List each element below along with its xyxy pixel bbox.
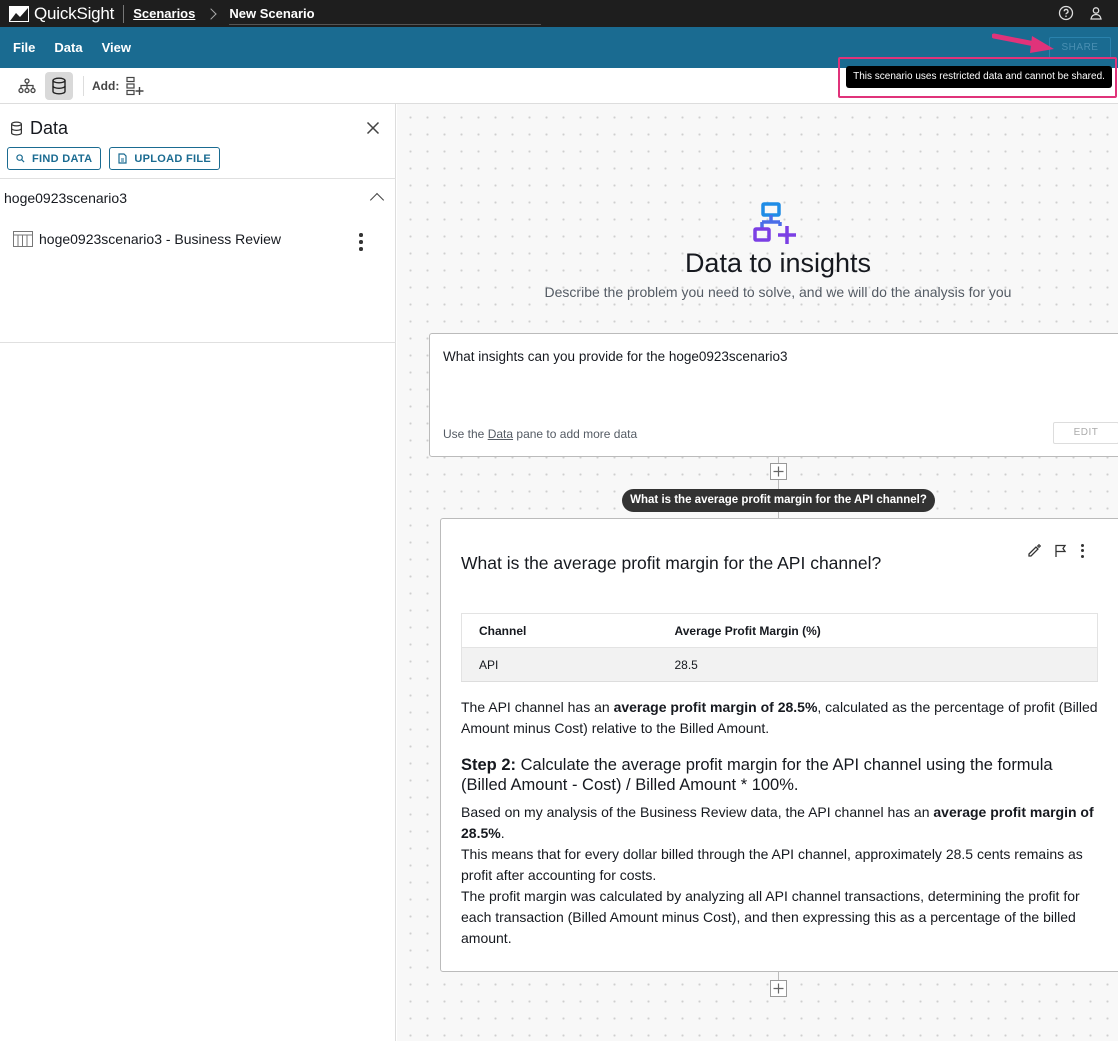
add-label: Add: — [92, 78, 120, 93]
detail-text: Based on my analysis of the Business Rev… — [461, 804, 934, 820]
step-label: Step 2: — [461, 756, 517, 774]
prompt-card[interactable]: What insights can you provide for the ho… — [429, 333, 1118, 457]
answer-detail: Based on my analysis of the Business Rev… — [461, 802, 1101, 844]
divider — [123, 4, 125, 23]
divider — [0, 342, 396, 343]
dataset-table-label: hoge0923scenario3 - Business Review — [39, 231, 282, 247]
add-node-icon[interactable] — [125, 76, 145, 96]
data-pane-link[interactable]: Data — [488, 427, 513, 441]
summary-text: The API channel has an — [461, 699, 614, 715]
prompt-text: What insights can you provide for the ho… — [443, 349, 788, 364]
hero-subtitle: Describe the problem you need to solve, … — [544, 284, 1012, 300]
breadcrumb-scenarios-link[interactable]: Scenarios — [133, 6, 195, 21]
question-pill[interactable]: What is the average profit margin for th… — [622, 489, 935, 512]
table-header-row: Channel Average Profit Margin (%) — [461, 613, 1098, 648]
data-pane: Data FIND DATA UPLOAD FILE hoge0923scena… — [0, 104, 396, 1041]
add-step-button[interactable] — [770, 980, 787, 997]
step-text: Calculate the average profit margin for … — [461, 756, 1053, 794]
dataset-group: hoge0923scenario3 hoge0923scenario3 - Bu… — [0, 178, 396, 343]
data-pane-actions: FIND DATA UPLOAD FILE — [7, 147, 220, 170]
upload-file-button[interactable]: UPLOAD FILE — [109, 147, 220, 170]
connector-line — [778, 972, 779, 980]
answer-summary: The API channel has an average profit ma… — [461, 697, 1101, 739]
scenario-name[interactable]: New Scenario — [229, 3, 541, 25]
app-name: QuickSight — [34, 3, 115, 23]
table-header: Channel — [461, 613, 675, 648]
results-table: Channel Average Profit Margin (%) API 28… — [461, 613, 1098, 682]
find-data-button[interactable]: FIND DATA — [7, 147, 102, 170]
answer-card: What is the average profit margin for th… — [440, 518, 1118, 972]
share-restricted-tooltip: This scenario uses restricted data and c… — [846, 66, 1112, 88]
flag-icon[interactable] — [1054, 544, 1067, 558]
table-cell: 28.5 — [674, 647, 1098, 682]
search-icon — [16, 154, 25, 163]
user-icon[interactable] — [1088, 5, 1104, 21]
top-icons — [1058, 5, 1104, 21]
prompt-hint-prefix: Use the — [443, 427, 488, 441]
card-actions — [1027, 543, 1085, 558]
upload-file-label: UPLOAD FILE — [134, 152, 211, 165]
scenario-canvas: Data to insights Describe the problem yo… — [397, 104, 1118, 1041]
annotation-arrow-icon — [992, 33, 1054, 53]
find-data-label: FIND DATA — [32, 152, 93, 165]
edit-button[interactable]: EDIT — [1053, 422, 1118, 444]
table-icon — [13, 231, 33, 247]
close-icon[interactable] — [366, 121, 380, 135]
data-pane-toggle[interactable] — [45, 71, 73, 100]
database-icon — [52, 77, 66, 95]
dataset-name[interactable]: hoge0923scenario3 — [4, 190, 127, 206]
answer-detail: This means that for every dollar billed … — [461, 846, 1083, 883]
data-pane-title: Data — [30, 118, 69, 138]
database-icon — [11, 121, 22, 136]
prompt-hint-suffix: pane to add more data — [513, 427, 638, 441]
plus-icon — [773, 466, 784, 477]
chevron-right-icon — [205, 7, 218, 20]
quicksight-logo-icon — [9, 5, 29, 22]
top-bar: QuickSight Scenarios New Scenario — [0, 0, 1118, 27]
menu-file[interactable]: File — [13, 40, 35, 55]
answer-title: What is the average profit margin for th… — [461, 553, 882, 573]
table-row: API 28.5 — [461, 647, 1098, 682]
menu-data[interactable]: Data — [54, 40, 82, 55]
topology-button[interactable] — [13, 72, 41, 100]
table-cell: API — [461, 647, 675, 682]
chevron-up-icon[interactable] — [369, 192, 385, 208]
hierarchy-icon — [18, 77, 36, 93]
step-heading: Step 2: Calculate the average profit mar… — [461, 755, 1101, 795]
more-options-icon[interactable] — [359, 233, 363, 254]
more-options-icon[interactable] — [1081, 543, 1085, 558]
divider — [83, 75, 84, 96]
answer-detail: The profit margin was calculated by anal… — [461, 888, 1080, 946]
quicksight-logo[interactable]: QuickSight — [9, 4, 114, 24]
dataset-table-item[interactable]: hoge0923scenario3 - Business Review — [13, 231, 281, 247]
file-icon — [118, 153, 127, 164]
detail-text: . — [500, 825, 505, 841]
help-icon[interactable] — [1058, 5, 1074, 21]
data-insights-icon — [753, 202, 796, 244]
plus-icon — [773, 983, 784, 994]
summary-bold: average profit margin of 28.5% — [613, 699, 818, 715]
edit-pencil-icon[interactable] — [1027, 543, 1042, 558]
prompt-hint: Use the Data pane to add more data — [443, 427, 637, 441]
table-header: Average Profit Margin (%) — [674, 613, 1098, 648]
hero-title: Data to insights — [684, 248, 872, 278]
menu-view[interactable]: View — [102, 40, 131, 55]
add-step-button[interactable] — [770, 463, 787, 480]
data-pane-header: Data — [10, 118, 68, 139]
